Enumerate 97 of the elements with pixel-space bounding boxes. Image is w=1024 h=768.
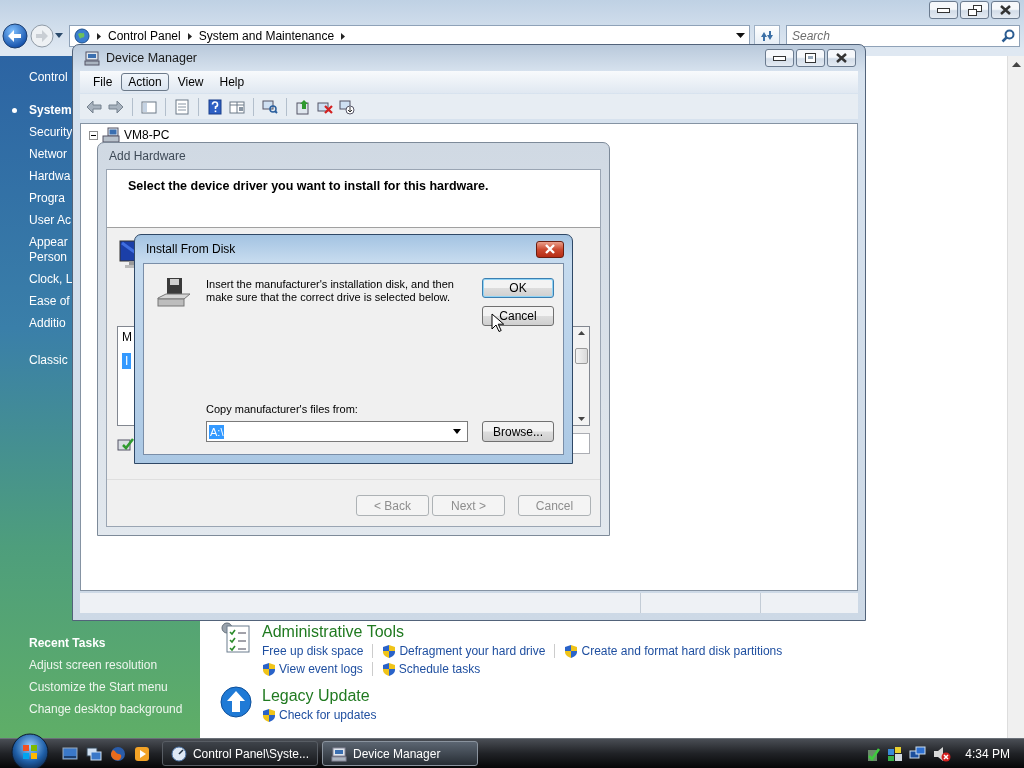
media-player-icon[interactable]: [134, 745, 150, 762]
computer-icon: [84, 50, 100, 66]
app-grid-icon[interactable]: [887, 745, 904, 762]
taskbar-button[interactable]: Device Manager: [322, 741, 478, 766]
scroll-up-icon[interactable]: [1011, 62, 1021, 68]
close-button[interactable]: [827, 49, 856, 67]
monitor-icon: [117, 239, 134, 271]
refresh-button[interactable]: [754, 25, 780, 47]
taskbar-button[interactable]: Control Panel\Syste...: [162, 741, 318, 766]
dropdown-arrow-icon[interactable]: [453, 429, 461, 434]
gauge-icon: [171, 745, 187, 762]
task-link[interactable]: Check for updates: [262, 706, 377, 724]
sidebar-link[interactable]: Hardwa: [29, 168, 71, 184]
section-title[interactable]: Legacy Update: [262, 686, 370, 706]
menu-item[interactable]: Action: [121, 73, 169, 91]
minimize-button[interactable]: [765, 49, 794, 67]
scroll-thumb[interactable]: [574, 348, 588, 364]
sidebar-link[interactable]: Classic: [29, 352, 68, 368]
refresh-icon[interactable]: [759, 28, 775, 44]
search-field[interactable]: Search: [786, 25, 1020, 47]
minimize-icon[interactable]: [773, 55, 786, 61]
scroll-down-icon[interactable]: [577, 417, 585, 421]
windows-icon[interactable]: [86, 745, 102, 762]
task-link[interactable]: Defragment your hard drive: [382, 642, 546, 660]
sidebar-link[interactable]: Security: [29, 124, 73, 140]
back-arrow-icon[interactable]: [86, 98, 102, 115]
browse-button[interactable]: Browse...: [482, 421, 554, 442]
combo-value: A:\: [209, 424, 225, 439]
scrollbar[interactable]: [1007, 56, 1024, 738]
history-arrow-icon[interactable]: [54, 32, 64, 40]
minimize-icon[interactable]: [937, 7, 950, 13]
clock[interactable]: 4:34 PM: [965, 746, 1010, 761]
help-icon[interactable]: [207, 98, 223, 115]
selection-bullet: [12, 107, 17, 113]
chevron-icon: [340, 31, 347, 41]
disable-device-icon[interactable]: [339, 98, 355, 115]
field-label: Copy manufacturer's files from:: [206, 403, 359, 415]
sidebar-link[interactable]: System: [29, 102, 72, 118]
dropdown-arrow-icon[interactable]: [736, 33, 745, 39]
computer-icon: [102, 127, 120, 143]
sidebar-link[interactable]: Clock, L: [29, 271, 73, 287]
sidebar-link[interactable]: Appear Person: [29, 234, 68, 265]
start-orb-icon[interactable]: [10, 731, 50, 768]
address-bar[interactable]: Control Panel System and Maintenance: [69, 25, 750, 47]
close-button[interactable]: [991, 1, 1020, 19]
collapse-icon[interactable]: [89, 130, 98, 140]
sidebar-link[interactable]: Additio: [29, 315, 66, 331]
menu-item[interactable]: Help: [212, 73, 252, 91]
checklist-icon: [220, 622, 252, 654]
minimize-button[interactable]: [929, 1, 958, 19]
desktop-icon[interactable]: [62, 745, 78, 762]
sidebar-link[interactable]: Ease of: [29, 293, 70, 309]
breadcrumb-item[interactable]: Control Panel: [108, 29, 181, 43]
maximize-button[interactable]: [796, 49, 825, 67]
restore-button[interactable]: [960, 1, 989, 19]
browser-icon[interactable]: [110, 745, 126, 762]
scan-hardware-icon[interactable]: [262, 98, 278, 115]
tree-item[interactable]: VM8-PC: [124, 128, 170, 142]
sidebar-link[interactable]: User Ac: [29, 212, 71, 228]
update-driver-icon[interactable]: [295, 98, 311, 115]
wizard-heading: Select the device driver you want to install for this hardware.: [128, 179, 490, 193]
search-icon[interactable]: [1001, 29, 1015, 43]
close-icon[interactable]: [1000, 5, 1011, 15]
sidebar-link[interactable]: Control: [29, 69, 68, 85]
close-button[interactable]: [536, 240, 564, 258]
sidebar-link[interactable]: Networ: [29, 146, 67, 162]
restore-icon[interactable]: [967, 4, 982, 16]
close-icon[interactable]: [836, 53, 847, 63]
column-header[interactable]: M: [122, 331, 132, 344]
section-title[interactable]: Administrative Tools: [262, 622, 404, 642]
network-icon[interactable]: [909, 745, 928, 762]
breadcrumb-item[interactable]: System and Maintenance: [198, 29, 335, 43]
dialog-button[interactable]: OK: [482, 278, 554, 298]
window-title: Device Manager: [106, 51, 197, 65]
forward-arrow-icon[interactable]: [108, 98, 124, 115]
globe-icon: [74, 28, 90, 44]
floppy-drive-icon: [156, 277, 192, 309]
recent-tasks-heading: Recent Tasks: [28, 635, 107, 652]
chevron-icon: [186, 31, 193, 41]
window-title: Add Hardware: [109, 149, 186, 163]
window-title: Install From Disk: [146, 242, 236, 256]
menu-item[interactable]: View: [170, 73, 211, 91]
computer-icon: [331, 745, 347, 762]
columns-icon[interactable]: [229, 98, 245, 115]
sidebar-link[interactable]: Progra: [29, 190, 66, 206]
task-link[interactable]: Free up disk space: [262, 642, 364, 660]
scroll-up-icon[interactable]: [577, 331, 585, 335]
instruction-text: Insert the manufacturer's installation disk, and then make sure that the correct drive is selected below.: [206, 277, 455, 305]
speaker-muted-icon[interactable]: [933, 745, 952, 762]
dialog-button[interactable]: Cancel: [482, 306, 554, 326]
chevron-icon: [96, 31, 102, 41]
task-link[interactable]: Create and format hard disk partitions: [564, 642, 783, 660]
task-link[interactable]: View event logs: [262, 660, 363, 678]
menu-item[interactable]: File: [86, 73, 120, 91]
task-link[interactable]: Schedule tasks: [381, 660, 481, 678]
maximize-icon[interactable]: [805, 53, 816, 63]
back-icon[interactable]: [2, 23, 28, 49]
